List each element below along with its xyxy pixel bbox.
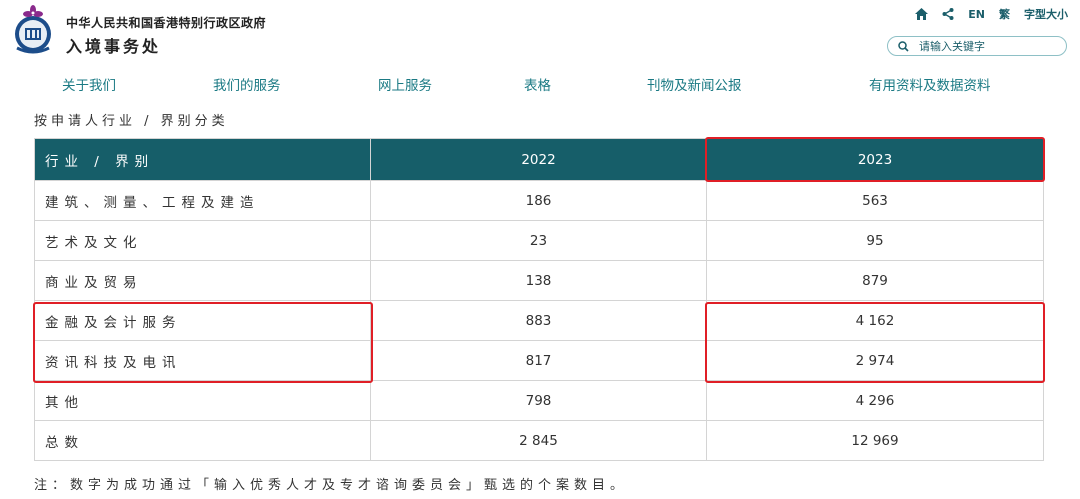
org-name-line1: 中华人民共和国香港特别行政区政府 (66, 16, 267, 30)
table-subtitle: 按申请人行业 / 界别分类 (34, 114, 229, 129)
cell-sector: 总数 (34, 420, 371, 461)
header-sector: 行业 / 界别 (34, 138, 371, 181)
nav-item-publications[interactable]: 刊物及新闻公报 (647, 74, 742, 94)
nav-item-statistics[interactable]: 有用资料及数据资料 (869, 74, 991, 94)
footnote: 注：数字为成功通过「输入优秀人才及专才谘询委员会」甄选的个案数目。 (34, 478, 629, 493)
nav-item-services[interactable]: 我们的服务 (213, 74, 281, 94)
cell-sector: 金融及会计服务 (34, 300, 371, 341)
cell-2023: 12 969 (706, 420, 1044, 461)
utility-bar: EN 繁 字型大小 (901, 6, 1068, 22)
cell-2023: 563 (706, 180, 1044, 221)
org-name-line2[interactable]: 入境事务处 (66, 33, 161, 57)
table-row: 艺术及文化 23 95 (34, 220, 1044, 261)
statistics-table: 行业 / 界别 2022 2023 建筑、测量、工程及建造 186 563 艺术… (34, 138, 1044, 461)
cell-2023: 879 (706, 260, 1044, 301)
table-row: 资讯科技及电讯 817 2 974 (34, 340, 1044, 381)
cell-2022: 2 845 (370, 420, 707, 461)
cell-sector: 艺术及文化 (34, 220, 371, 261)
cell-sector: 其他 (34, 380, 371, 421)
font-size-link[interactable]: 字型大小 (1024, 6, 1068, 22)
cell-2023: 2 974 (706, 340, 1044, 381)
home-icon[interactable] (915, 8, 929, 20)
cell-2022: 883 (370, 300, 707, 341)
cell-2022: 138 (370, 260, 707, 301)
cell-2023: 95 (706, 220, 1044, 261)
nav-item-forms[interactable]: 表格 (524, 74, 551, 94)
cell-2023: 4 296 (706, 380, 1044, 421)
cell-sector: 商业及贸易 (34, 260, 371, 301)
cell-sector: 资讯科技及电讯 (34, 340, 371, 381)
header-2023: 2023 (706, 138, 1044, 181)
cell-sector: 建筑、测量、工程及建造 (34, 180, 371, 221)
table-row: 建筑、测量、工程及建造 186 563 (34, 180, 1044, 221)
search-placeholder: 请输入关键字 (919, 40, 985, 53)
table-row: 总数 2 845 12 969 (34, 420, 1044, 461)
lang-tc-link[interactable]: 繁 (999, 6, 1010, 22)
nav-item-about[interactable]: 关于我们 (62, 74, 116, 94)
cell-2022: 23 (370, 220, 707, 261)
cell-2022: 798 (370, 380, 707, 421)
header-2022: 2022 (370, 138, 707, 181)
cell-2022: 817 (370, 340, 707, 381)
table-row: 金融及会计服务 883 4 162 (34, 300, 1044, 341)
cell-2022: 186 (370, 180, 707, 221)
nav-item-eservices[interactable]: 网上服务 (378, 74, 432, 94)
main-nav: 关于我们 我们的服务 网上服务 表格 刊物及新闻公报 有用资料及数据资料 (0, 74, 1080, 96)
hk-immigration-emblem-icon (15, 5, 51, 54)
cell-2023: 4 162 (706, 300, 1044, 341)
table-row: 商业及贸易 138 879 (34, 260, 1044, 301)
search-input[interactable]: 请输入关键字 (887, 36, 1067, 56)
table-row: 其他 798 4 296 (34, 380, 1044, 421)
table-header-row: 行业 / 界别 2022 2023 (34, 138, 1044, 181)
share-icon[interactable] (942, 8, 954, 20)
search-icon (898, 40, 909, 52)
lang-en-link[interactable]: EN (968, 8, 985, 21)
